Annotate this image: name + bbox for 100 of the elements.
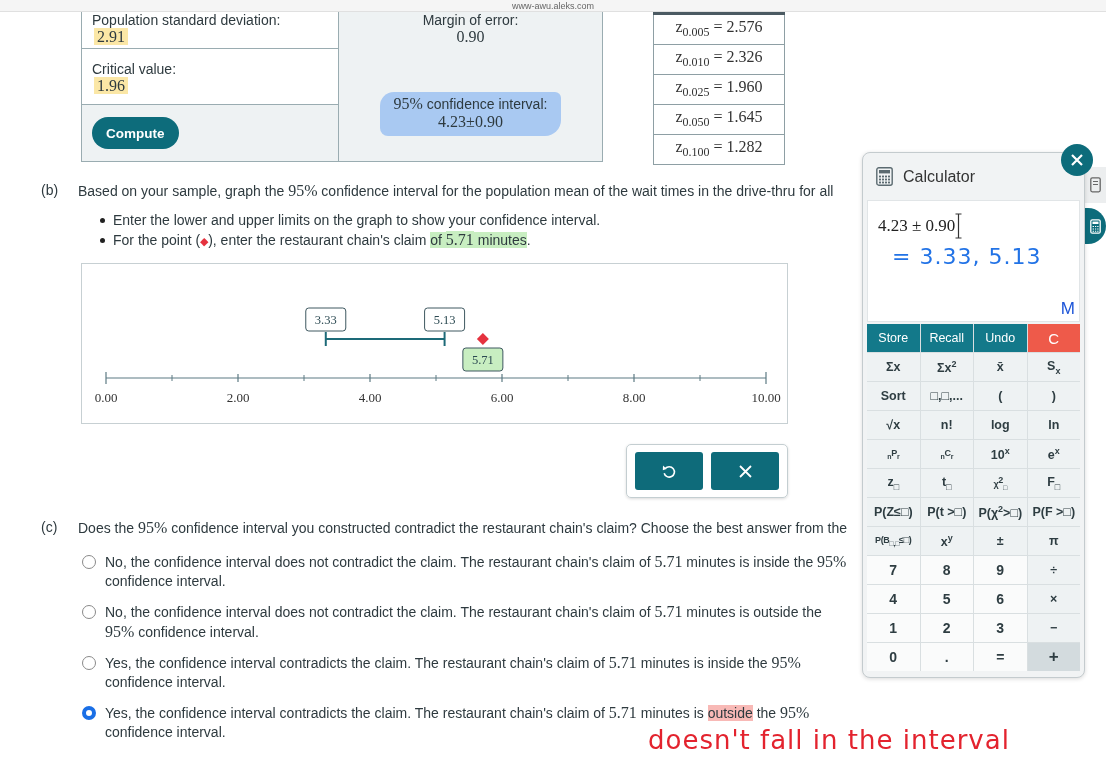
calculator-key[interactable]: . bbox=[920, 643, 973, 671]
calculator-key[interactable]: 8 bbox=[920, 556, 973, 584]
option-text: Yes, the confidence interval contradicts the claim. The restaurant chain's claim of 5.71 minutes is inside the 95% confidence interval. bbox=[105, 653, 802, 692]
calculator-key[interactable]: x̄ bbox=[974, 353, 1027, 381]
calculator-key[interactable]: ± bbox=[974, 527, 1027, 555]
document-icon bbox=[1090, 177, 1101, 193]
text-cursor-icon bbox=[955, 213, 963, 239]
bullet-icon bbox=[100, 218, 105, 223]
axis-label: 8.00 bbox=[622, 390, 646, 405]
question-text: Does the 95% confidence interval you constructed contradict the restaurant chain's claim? Choose the best answer from the bbox=[78, 518, 847, 538]
axis-label: 10.00 bbox=[751, 390, 781, 405]
clear-button[interactable] bbox=[711, 452, 779, 490]
table-cell: z$_{0.100}$ = 1.282 bbox=[653, 135, 785, 165]
calculator-key[interactable]: x$^{y}$ bbox=[920, 527, 973, 555]
calculator-key[interactable]: ÷ bbox=[1027, 556, 1080, 584]
calculator-key[interactable]: $_{n}$C$_{r}$ bbox=[920, 440, 973, 468]
calculator-key[interactable]: P(t >□) bbox=[920, 498, 973, 526]
calculator-key[interactable]: P(B$_{□,□}$≤□) bbox=[867, 527, 920, 555]
calculator-key[interactable]: t$_{□}$ bbox=[920, 469, 973, 497]
option-text: No, the confidence interval does not contradict the claim. The restaurant chain's claim of 5.71 minutes is inside the 95% confidence interval. bbox=[105, 552, 848, 591]
calculator-key[interactable]: n! bbox=[920, 411, 973, 439]
calculator-key[interactable]: P(F >□) bbox=[1027, 498, 1080, 526]
handwritten-note: doesn't fall in the interval bbox=[648, 724, 1010, 756]
calculator-key[interactable]: ) bbox=[1027, 382, 1080, 410]
calculator-key[interactable]: 5 bbox=[920, 585, 973, 613]
radio-button[interactable] bbox=[82, 555, 96, 569]
calculator-key[interactable]: Recall bbox=[920, 324, 973, 352]
calculator-key[interactable]: π bbox=[1027, 527, 1080, 555]
radio-button[interactable] bbox=[82, 706, 96, 720]
calculator-key[interactable]: Undo bbox=[974, 324, 1027, 352]
calculator-key[interactable]: − bbox=[1027, 614, 1080, 642]
calculator-key[interactable]: □,□,... bbox=[920, 382, 973, 410]
calculator-key[interactable]: + bbox=[1027, 643, 1080, 671]
calculator-key[interactable]: × bbox=[1027, 585, 1080, 613]
radio-button[interactable] bbox=[82, 656, 96, 670]
calculator-icon bbox=[876, 167, 893, 186]
calculator-key[interactable]: P(χ$^{2}$>□) bbox=[974, 498, 1027, 526]
calculator-key[interactable]: ( bbox=[974, 382, 1027, 410]
axis-label: 6.00 bbox=[490, 390, 514, 405]
calculator-key[interactable]: Σx$^{2}$ bbox=[920, 353, 973, 381]
calculator-key[interactable]: √x bbox=[867, 411, 920, 439]
calculator-key[interactable]: Σx bbox=[867, 353, 920, 381]
field-label: Critical value: bbox=[92, 61, 177, 77]
endpoint-field[interactable]: 5.13 bbox=[424, 307, 466, 332]
calculator-key[interactable]: 2 bbox=[920, 614, 973, 642]
calculator-key[interactable]: e$^{x}$ bbox=[1027, 440, 1080, 468]
field-value: 2.91 bbox=[94, 28, 128, 45]
side-button[interactable] bbox=[1085, 167, 1106, 203]
part-label: (b) bbox=[41, 181, 60, 200]
field-label: 95% confidence interval: bbox=[393, 95, 548, 113]
memory-indicator: M bbox=[1060, 300, 1075, 318]
table-cell: z$_{0.025}$ = 1.960 bbox=[653, 75, 785, 105]
radio-button[interactable] bbox=[82, 605, 96, 619]
calculator-key[interactable]: 4 bbox=[867, 585, 920, 613]
undo-button[interactable] bbox=[635, 452, 703, 490]
calculator-key[interactable]: log bbox=[974, 411, 1027, 439]
field-value: 0.90 bbox=[456, 28, 485, 46]
option-text: No, the confidence interval does not contradict the claim. The restaurant chain's claim of 5.71 minutes is outside the 95% confidence interval. bbox=[105, 602, 823, 642]
handwritten-note: = 3.33, 5.13 bbox=[892, 243, 1042, 271]
calculator-key[interactable]: S$_{x}$ bbox=[1027, 353, 1080, 381]
calculator-key[interactable]: Store bbox=[867, 324, 920, 352]
point-field[interactable]: 5.71 bbox=[462, 347, 504, 372]
calculator-key[interactable]: = bbox=[974, 643, 1027, 671]
calculator-key[interactable]: 3 bbox=[974, 614, 1027, 642]
calculator-key[interactable]: P(Z≤□) bbox=[867, 498, 920, 526]
calculator-key[interactable]: z$_{□}$ bbox=[867, 469, 920, 497]
calculator-key[interactable]: 9 bbox=[974, 556, 1027, 584]
panel-title: Calculator bbox=[903, 167, 976, 186]
compute-button[interactable]: Compute bbox=[92, 117, 179, 149]
calculator-key[interactable]: ln bbox=[1027, 411, 1080, 439]
endpoint-field[interactable]: 3.33 bbox=[305, 307, 347, 332]
field-value: 4.23±0.90 bbox=[438, 113, 503, 131]
close-icon bbox=[1071, 154, 1083, 166]
calculator-key[interactable]: 7 bbox=[867, 556, 920, 584]
calculator-key[interactable]: 10$^{x}$ bbox=[974, 440, 1027, 468]
side-button[interactable] bbox=[1085, 208, 1106, 244]
part-label: (c) bbox=[41, 518, 59, 537]
calculator-key[interactable]: $_{n}$P$_{r}$ bbox=[867, 440, 920, 468]
url-text: www-awu.aleks.com bbox=[512, 0, 594, 11]
instruction-text: Enter the lower and upper limits on the graph to show your confidence interval. bbox=[113, 211, 601, 230]
expression-text: 4.23 ± 0.90 bbox=[878, 216, 956, 236]
axis-label: 4.00 bbox=[358, 390, 382, 405]
close-button[interactable] bbox=[1061, 144, 1093, 176]
instruction-text: For the point (◆), enter the restaurant chain's claim of 5.71 minutes. bbox=[113, 230, 531, 250]
point-marker[interactable] bbox=[476, 333, 489, 345]
question-text: Based on your sample, graph the 95% confidence interval for the population mean of the wait times in the drive-thru for all bbox=[78, 181, 834, 201]
table-cell: z$_{0.010}$ = 2.326 bbox=[653, 45, 785, 75]
calculator-key[interactable]: 0 bbox=[867, 643, 920, 671]
table-cell: z$_{0.050}$ = 1.645 bbox=[653, 105, 785, 135]
calculator-key[interactable]: 1 bbox=[867, 614, 920, 642]
field-label: Population standard deviation: bbox=[92, 12, 281, 28]
axis-label: 0.00 bbox=[94, 390, 118, 405]
calculator-key[interactable]: Sort bbox=[867, 382, 920, 410]
undo-icon bbox=[662, 463, 676, 479]
bullet-icon bbox=[100, 238, 105, 243]
calculator-icon bbox=[1090, 218, 1101, 234]
calculator-key[interactable]: F$_{□}$ bbox=[1027, 469, 1080, 497]
display-field[interactable]: 4.23 ± 0.90 = 3.33, 5.13 M bbox=[867, 200, 1080, 322]
calculator-key[interactable]: 6 bbox=[974, 585, 1027, 613]
field-value: 1.96 bbox=[94, 77, 128, 94]
